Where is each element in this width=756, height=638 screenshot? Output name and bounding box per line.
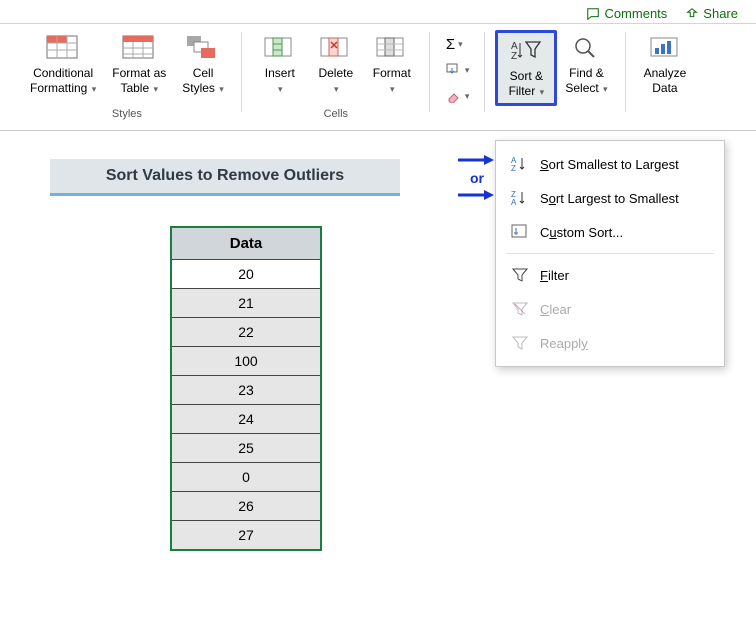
ribbon-group-shortcuts: Σ▾ ▾ ▾ [430,26,486,130]
custom-sort-label: Custom Sort... [540,225,623,240]
sort-filter-dropdown: AZ Sort Smallest to Largest ZA Sort Larg… [495,140,725,367]
svg-text:Z: Z [511,164,516,173]
or-label: or [470,170,484,186]
cells-group-label: Cells [324,106,348,124]
filter-item[interactable]: Filter [496,258,724,292]
eraser-icon [446,89,462,103]
custom-sort-icon [510,223,530,241]
autosum-button[interactable]: Σ▾ [446,34,470,54]
chevron-down-icon: ▾ [465,91,470,102]
reapply-item: Reapply [496,326,724,360]
svg-text:A: A [511,198,517,207]
table-row[interactable]: 0 [171,463,321,492]
sort-asc-label: Sort Smallest to Largest [540,157,679,172]
delete-cells-icon [319,35,353,61]
table-row[interactable]: 22 [171,318,321,347]
insert-button[interactable]: Insert▾ [252,30,308,106]
find-select-button[interactable]: Find &Select ▾ [557,30,615,106]
analyze-icon [648,35,682,61]
comments-label: Comments [604,6,667,21]
data-cell[interactable]: 27 [171,521,321,551]
table-row[interactable]: 27 [171,521,321,551]
reapply-label: Reapply [540,336,588,351]
arrow-annotation-2 [458,188,494,202]
data-cell[interactable]: 21 [171,289,321,318]
cell-styles-button[interactable]: CellStyles ▾ [174,30,232,106]
clear-filter-icon [510,300,530,318]
ribbon-group-cells: Insert▾ Delete▾ Format▾ Cells [242,26,430,130]
chevron-down-icon: ▾ [458,39,463,50]
format-button[interactable]: Format▾ [364,30,420,106]
filter-label: Filter [540,268,569,283]
ribbon-group-analyze: AnalyzeData [626,26,705,130]
conditional-formatting-icon [46,35,80,61]
table-row[interactable]: 21 [171,289,321,318]
find-icon [571,35,601,61]
table-row[interactable]: 20 [171,260,321,289]
data-header: Data [171,227,321,260]
clear-button[interactable]: ▾ [446,86,470,106]
table-row[interactable]: 24 [171,405,321,434]
analyze-data-button[interactable]: AnalyzeData [636,30,695,106]
fill-down-icon [446,63,462,77]
data-cell[interactable]: 100 [171,347,321,376]
ribbon-group-styles: ConditionalFormatting ▾ Format asTable ▾… [12,26,242,130]
chevron-down-icon: ▾ [603,84,608,94]
arrow-annotation-1 [458,153,494,167]
table-row[interactable]: 100 [171,347,321,376]
share-label: Share [703,6,738,21]
sort-desc-icon: ZA [510,189,530,207]
chevron-down-icon: ▾ [219,84,224,94]
chevron-down-icon: ▾ [465,65,470,76]
chevron-down-icon: ▾ [540,87,545,97]
sort-filter-button[interactable]: AZ Sort &Filter ▾ [495,30,557,106]
table-row[interactable]: 26 [171,492,321,521]
ribbon: ConditionalFormatting ▾ Format asTable ▾… [0,24,756,131]
table-row[interactable]: 25 [171,434,321,463]
dropdown-separator [506,253,714,254]
format-as-table-icon [122,35,156,61]
chevron-down-icon: ▾ [153,84,158,94]
data-cell[interactable]: 23 [171,376,321,405]
insert-cells-icon [263,35,297,61]
format-as-table-button[interactable]: Format asTable ▾ [104,30,174,106]
data-cell[interactable]: 22 [171,318,321,347]
data-cell[interactable]: 25 [171,434,321,463]
custom-sort-item[interactable]: Custom Sort... [496,215,724,249]
sigma-icon: Σ [446,36,455,53]
data-cell[interactable]: 26 [171,492,321,521]
styles-group-label: Styles [112,106,142,124]
sort-ascending-item[interactable]: AZ Sort Smallest to Largest [496,147,724,181]
comments-button[interactable]: Comments [586,6,667,21]
chevron-down-icon: ▾ [278,84,283,94]
share-button[interactable]: Share [685,6,738,21]
sort-descending-item[interactable]: ZA Sort Largest to Smallest [496,181,724,215]
sheet-title: Sort Values to Remove Outliers [50,159,400,196]
share-icon [685,7,699,21]
delete-button[interactable]: Delete▾ [308,30,364,106]
reapply-icon [510,334,530,352]
chevron-down-icon: ▾ [334,84,339,94]
chevron-down-icon: ▾ [390,84,395,94]
comment-icon [586,7,600,21]
format-cells-icon [375,35,409,61]
svg-text:Z: Z [511,51,517,62]
conditional-formatting-button[interactable]: ConditionalFormatting ▾ [22,30,104,106]
clear-item: Clear [496,292,724,326]
data-cell[interactable]: 24 [171,405,321,434]
fill-button[interactable]: ▾ [446,60,470,80]
clear-label: Clear [540,302,571,317]
chevron-down-icon: ▾ [92,84,97,94]
data-cell[interactable]: 20 [171,260,321,289]
sort-asc-icon: AZ [510,155,530,173]
filter-icon [510,266,530,284]
sort-filter-icon: AZ [509,37,543,65]
table-row[interactable]: 23 [171,376,321,405]
data-table[interactable]: Data 20212210023242502627 [170,226,322,551]
sort-desc-label: Sort Largest to Smallest [540,191,679,206]
data-cell[interactable]: 0 [171,463,321,492]
cell-styles-icon [186,35,220,61]
ribbon-group-editing: AZ Sort &Filter ▾ Find &Select ▾ [485,26,625,130]
